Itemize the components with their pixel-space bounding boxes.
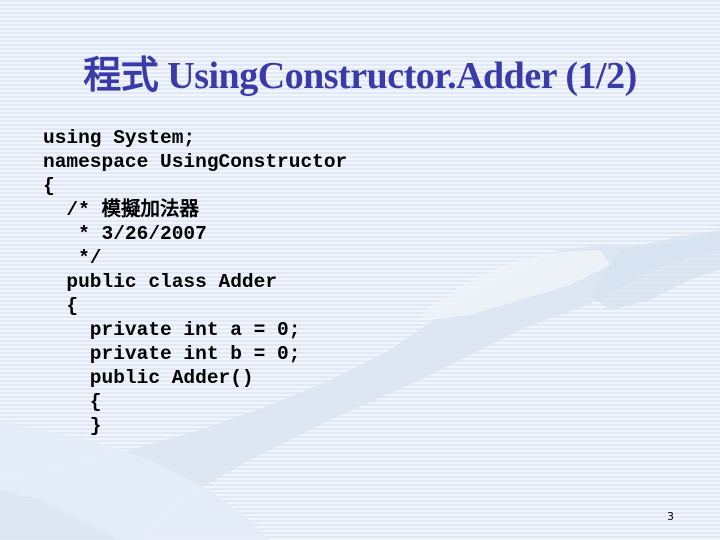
- code-line: public Adder(): [43, 367, 254, 389]
- code-line: public class Adder: [43, 271, 278, 293]
- code-line: /* 模擬加法器: [43, 199, 200, 221]
- code-line: {: [43, 391, 102, 413]
- code-line: * 3/26/2007: [43, 223, 207, 245]
- page-number: 3: [667, 510, 674, 523]
- slide: 程式 UsingConstructor.Adder (1/2) using Sy…: [0, 0, 720, 540]
- code-line: private int b = 0;: [43, 343, 301, 365]
- cuff-shape: [590, 230, 720, 310]
- code-line: private int a = 0;: [43, 319, 301, 341]
- code-line: {: [43, 295, 79, 317]
- code-line: namespace UsingConstructor: [43, 151, 348, 173]
- slide-title: 程式 UsingConstructor.Adder (1/2): [83, 55, 637, 97]
- code-line: using System;: [43, 127, 196, 149]
- code-line: {: [43, 175, 55, 197]
- code-line: }: [43, 415, 102, 437]
- code-line: */: [43, 247, 102, 269]
- code-block: using System; namespace UsingConstructor{…: [43, 126, 347, 438]
